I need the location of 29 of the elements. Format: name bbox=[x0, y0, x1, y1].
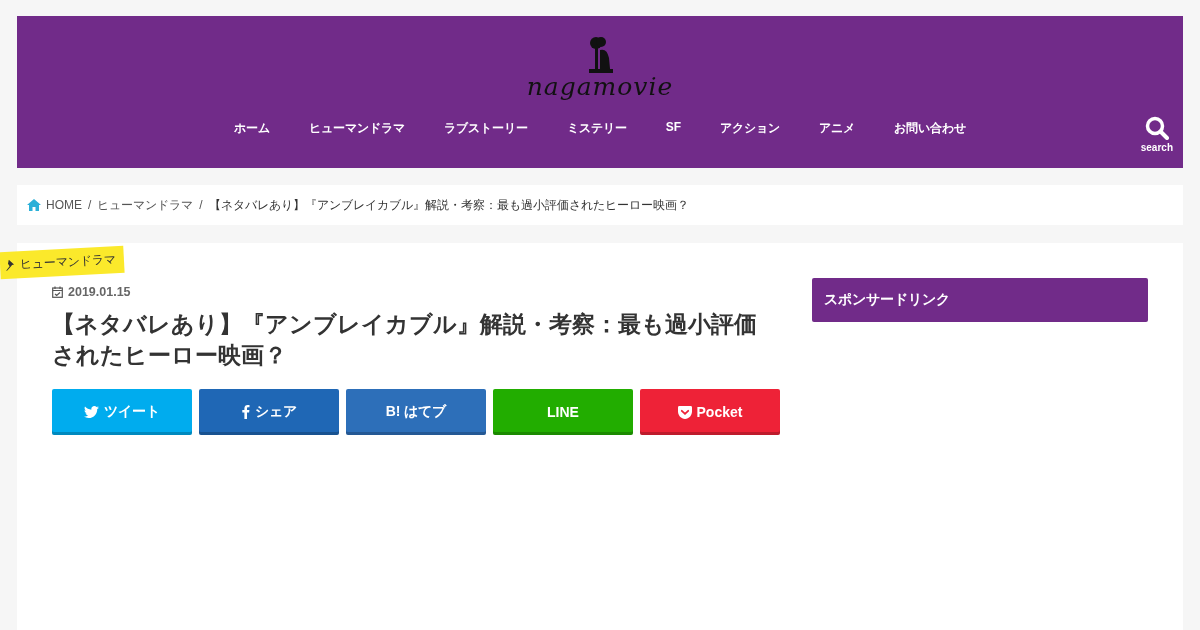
bird-icon bbox=[84, 406, 99, 418]
calendar-icon bbox=[52, 286, 63, 298]
breadcrumb-link[interactable]: HOME bbox=[46, 198, 82, 212]
category-tag[interactable]: ヒューマンドラマ bbox=[0, 245, 125, 280]
sidebar-heading: スポンサードリンク bbox=[812, 278, 1148, 322]
nav-link[interactable]: アニメ bbox=[799, 120, 875, 137]
logo-text: nagamovie bbox=[526, 72, 674, 101]
nav-link[interactable]: ホーム bbox=[214, 120, 290, 137]
pin-icon bbox=[4, 259, 17, 271]
breadcrumb-separator: / bbox=[88, 198, 92, 212]
nav-link[interactable]: SF bbox=[646, 120, 701, 137]
share-button[interactable]: Pocket bbox=[640, 389, 780, 435]
share-button[interactable]: B! はてブ bbox=[346, 389, 486, 435]
breadcrumb-separator: / bbox=[199, 198, 203, 212]
article-title: 【ネタバレあり】『アンブレイカブル』解説・考察：最も過小評価されたヒーロー映画？ bbox=[52, 310, 758, 370]
home-icon bbox=[27, 199, 41, 211]
nav-link[interactable]: ラブストーリー bbox=[424, 120, 548, 137]
nav-link[interactable]: ヒューマンドラマ bbox=[289, 120, 425, 137]
nav-link[interactable]: お問い合わせ bbox=[874, 120, 986, 137]
pocket-icon bbox=[677, 405, 692, 419]
breadcrumb-link[interactable]: ヒューマンドラマ bbox=[97, 196, 194, 214]
search-button[interactable]: search bbox=[1140, 116, 1173, 153]
search-icon bbox=[1144, 116, 1169, 140]
nav-link[interactable]: アクション bbox=[700, 120, 800, 137]
letter-f-icon bbox=[241, 405, 250, 419]
post-date: 2019.01.15 bbox=[68, 285, 131, 299]
share-button[interactable]: シェア bbox=[199, 389, 339, 435]
nav-link[interactable]: ミステリー bbox=[547, 120, 647, 137]
current-page-title: 【ネタバレあり】『アンブレイカブル』解説・考察：最も過小評価されたヒーロー映画？ bbox=[208, 197, 689, 213]
